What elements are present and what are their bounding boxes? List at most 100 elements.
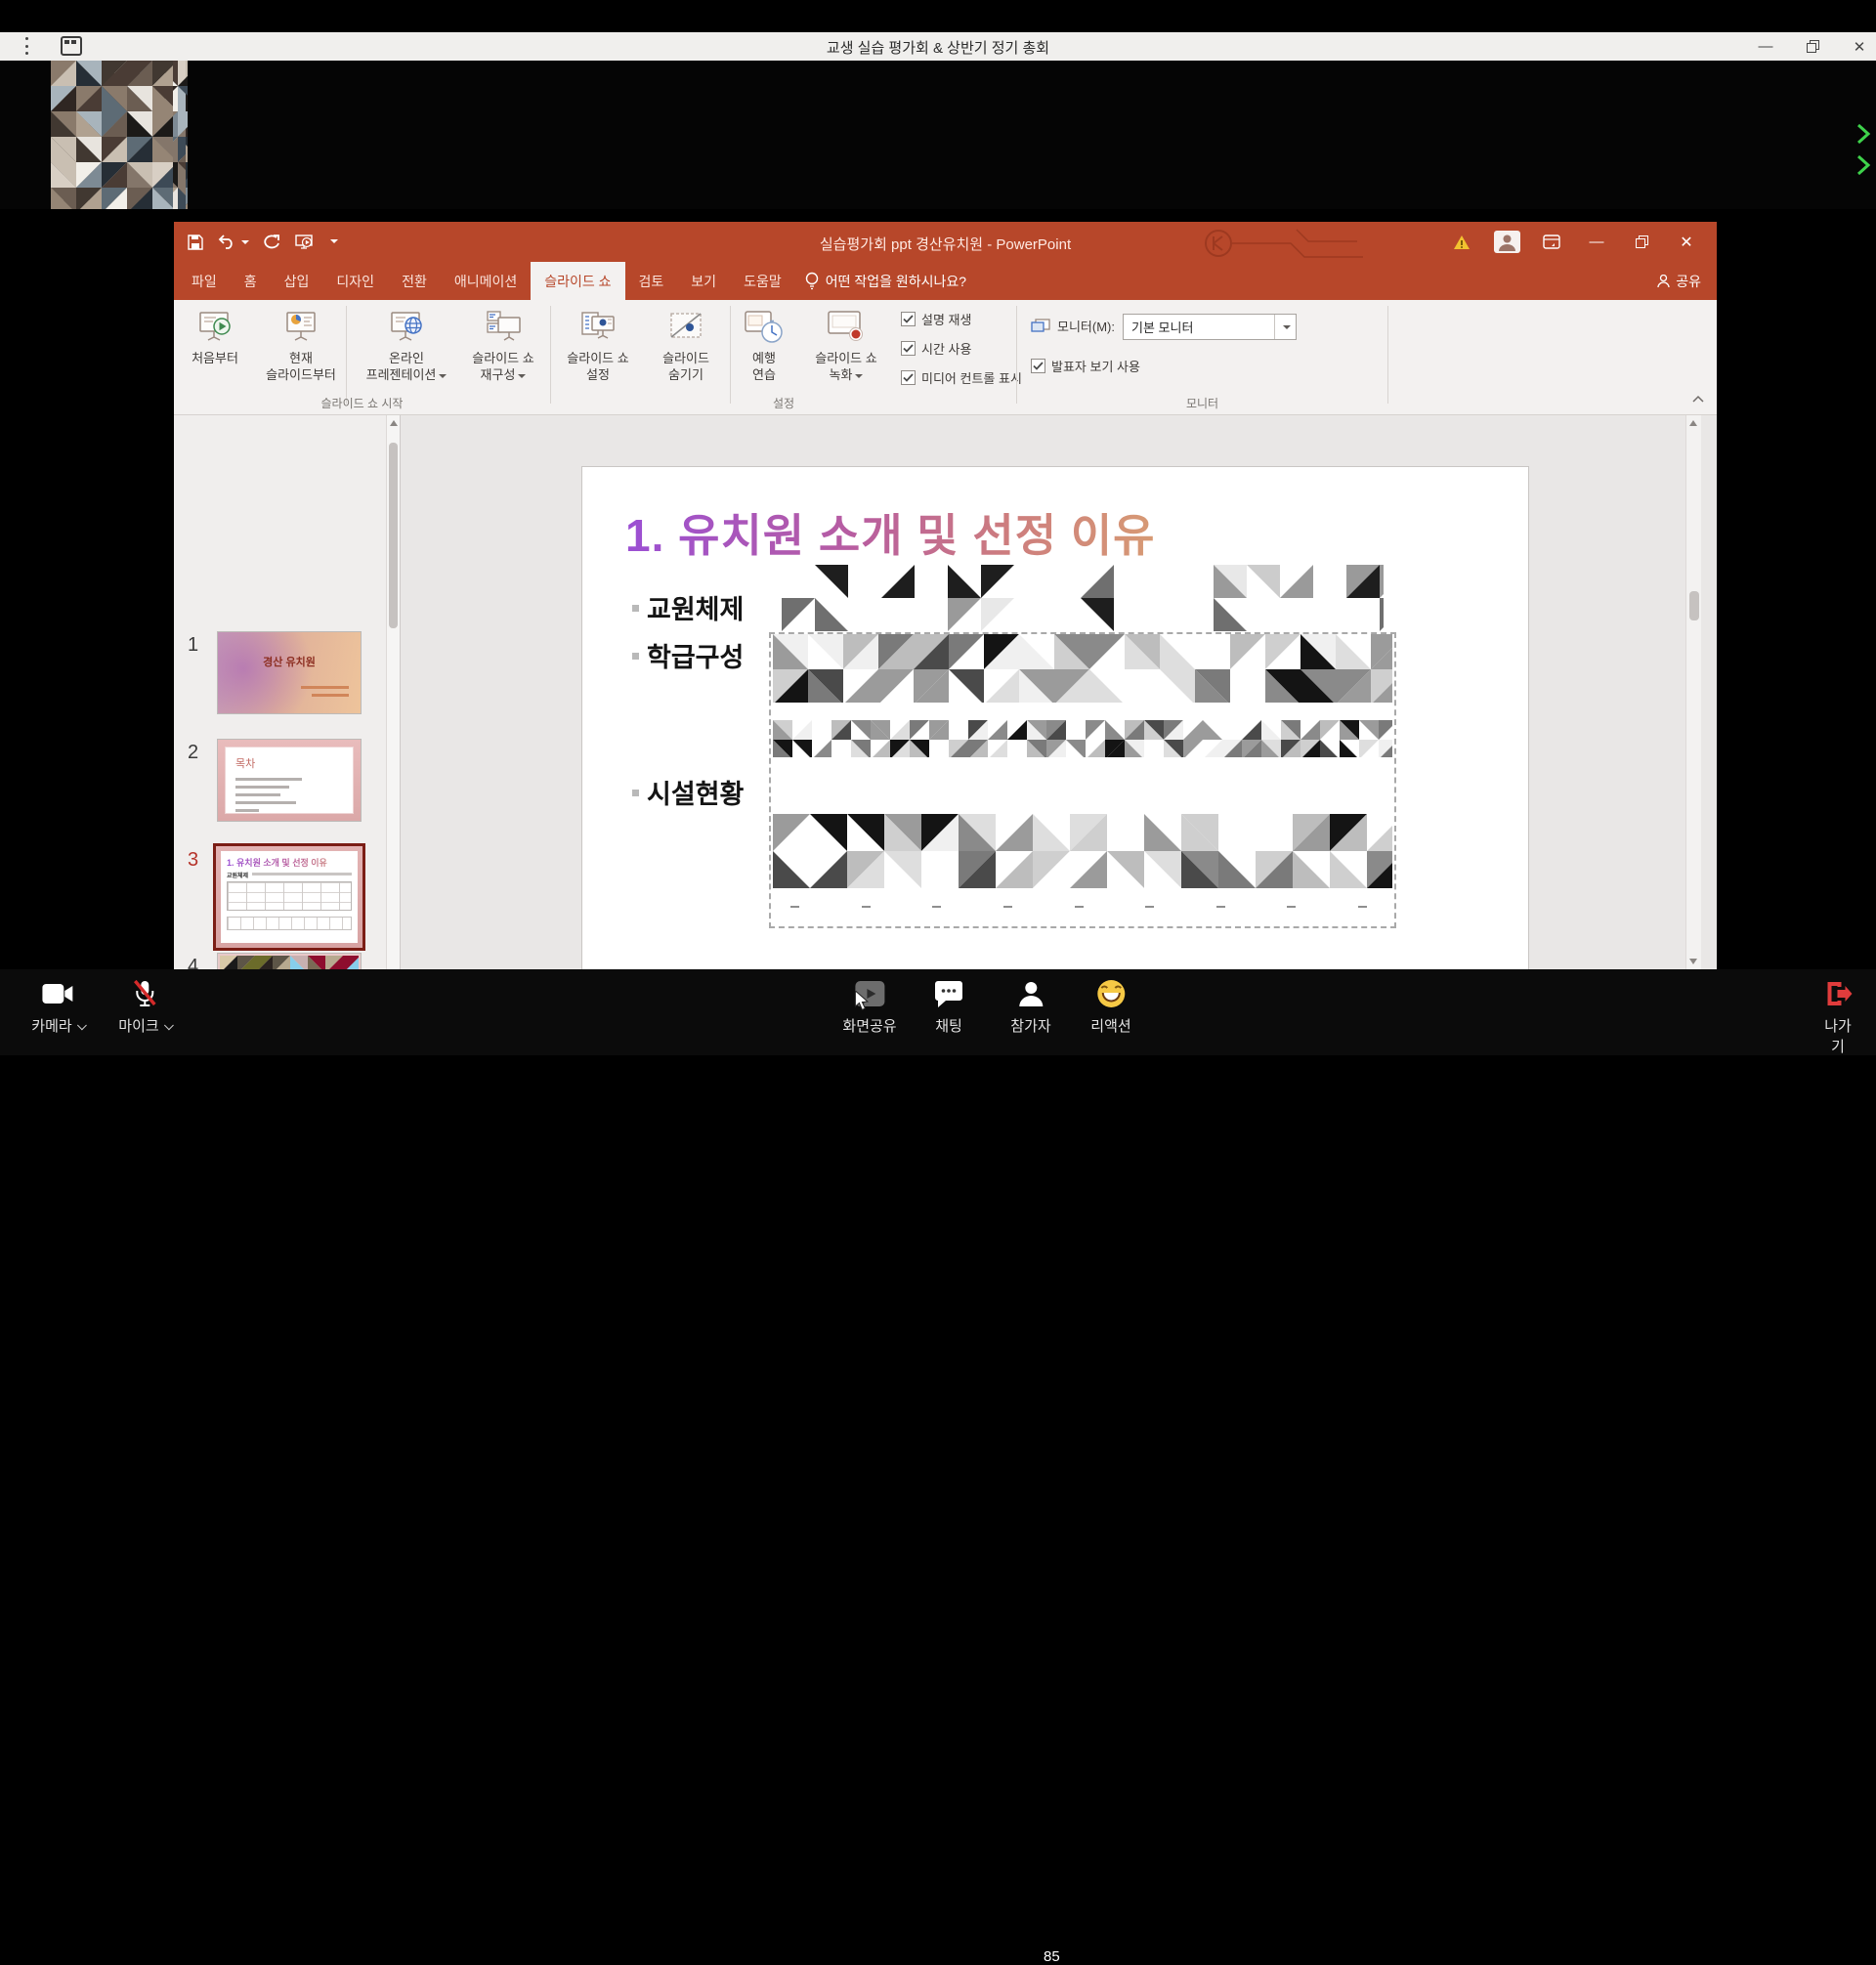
redo-icon[interactable] bbox=[264, 235, 280, 250]
dropdown-caret-icon[interactable] bbox=[1274, 315, 1296, 339]
minimize-button[interactable]: — bbox=[1751, 32, 1780, 61]
participants-icon bbox=[1010, 977, 1050, 1010]
slide-thumbnail-4[interactable] bbox=[217, 953, 362, 969]
lightbulb-icon bbox=[805, 272, 819, 290]
scroll-up-icon[interactable] bbox=[387, 415, 401, 431]
scroll-up-icon[interactable] bbox=[1686, 415, 1700, 431]
tab-home[interactable]: 홈 bbox=[231, 262, 271, 300]
more-menu-icon[interactable] bbox=[25, 37, 29, 55]
view-layout-icon[interactable] bbox=[61, 36, 82, 56]
rehearse-timings-button[interactable]: 예행연습 bbox=[737, 304, 791, 383]
hide-slide-button[interactable]: 슬라이드숨기기 bbox=[647, 304, 725, 383]
checkbox-use-presenter-view[interactable]: 발표자 보기 사용 bbox=[1031, 357, 1140, 375]
camera-icon bbox=[31, 977, 83, 1010]
monitor-dropdown[interactable]: 기본 모니터 bbox=[1123, 314, 1297, 340]
reaction-emoji-icon bbox=[1090, 977, 1130, 1010]
chat-button[interactable]: 채팅 bbox=[934, 977, 963, 1036]
participants-button[interactable]: 참가자 bbox=[1010, 977, 1050, 1036]
ribbon-display-options-icon[interactable] bbox=[1529, 222, 1574, 262]
thumb3-table-2 bbox=[227, 917, 352, 930]
slide-bullet-1: 교원체제 bbox=[647, 588, 744, 626]
slide-editor-area: 1. 유치원 소개 및 선정 이유 교원체제 학급구성 시설현황 bbox=[401, 415, 1701, 969]
panel-scrollbar-thumb[interactable] bbox=[389, 443, 398, 628]
leave-button[interactable]: 나가기 bbox=[1819, 977, 1857, 1056]
editor-scrollbar-thumb[interactable] bbox=[1689, 591, 1699, 620]
meeting-window-titlebar: 교생 실습 평가회 & 상반기 정기 총회 — ✕ bbox=[0, 0, 1876, 61]
account-avatar[interactable] bbox=[1484, 222, 1529, 262]
slide-canvas[interactable]: 1. 유치원 소개 및 선정 이유 교원체제 학급구성 시설현황 bbox=[582, 467, 1528, 969]
mic-button-muted[interactable]: 마이크 bbox=[118, 977, 170, 1036]
ppt-minimize-button[interactable]: — bbox=[1574, 222, 1619, 262]
record-slideshow-button[interactable]: 슬라이드 쇼녹화 bbox=[797, 304, 895, 383]
close-button[interactable]: ✕ bbox=[1845, 32, 1874, 61]
group-label-monitors: 모니터 bbox=[1017, 395, 1387, 411]
group-label-start: 슬라이드 쇼 시작 bbox=[174, 395, 550, 411]
tab-help[interactable]: 도움말 bbox=[730, 262, 795, 300]
warning-icon[interactable] bbox=[1439, 222, 1484, 262]
next-page-arrow-icon-2[interactable] bbox=[1855, 154, 1871, 176]
slide-number-3: 3 bbox=[188, 849, 198, 872]
checkbox-play-narrations[interactable]: 설명 재생 bbox=[901, 310, 1022, 328]
checkbox-icon bbox=[1031, 359, 1045, 373]
restore-button[interactable] bbox=[1798, 32, 1827, 61]
tab-design[interactable]: 디자인 bbox=[322, 262, 388, 300]
ppt-close-button[interactable]: ✕ bbox=[1664, 222, 1709, 262]
powerpoint-window: 실습평가회 ppt 경산유치원 - PowerPoint — ✕ 파일 홈 삽입… bbox=[174, 222, 1717, 969]
thumb3-title: 1. 유치원 소개 및 선정 이유 bbox=[227, 856, 352, 869]
ppt-restore-button[interactable] bbox=[1619, 222, 1664, 262]
censored-thumbnail-4 bbox=[220, 956, 359, 969]
meeting-titlebar-surface: 교생 실습 평가회 & 상반기 정기 총회 — ✕ bbox=[0, 32, 1876, 61]
titlebar-decoration bbox=[1189, 222, 1443, 262]
camera-button[interactable]: 카메라 bbox=[31, 977, 83, 1036]
next-page-arrow-icon[interactable] bbox=[1855, 123, 1871, 145]
slide-number-2: 2 bbox=[188, 742, 198, 764]
share-button[interactable]: 공유 bbox=[1657, 262, 1701, 300]
tab-file[interactable]: 파일 bbox=[178, 262, 231, 300]
slide-title: 1. 유치원 소개 및 선정 이유 bbox=[625, 500, 1155, 565]
editor-scrollbar[interactable] bbox=[1685, 415, 1701, 969]
setup-slideshow-button[interactable]: 슬라이드 쇼설정 bbox=[553, 304, 643, 383]
slide-thumbnail-1[interactable]: 경산 유치원 bbox=[217, 631, 362, 714]
tab-slideshow[interactable]: 슬라이드 쇼 bbox=[531, 262, 624, 300]
from-beginning-button[interactable]: 처음부터 bbox=[180, 304, 250, 366]
scroll-down-icon[interactable] bbox=[1686, 954, 1700, 969]
save-icon[interactable] bbox=[188, 235, 203, 250]
tab-animations[interactable]: 애니메이션 bbox=[441, 262, 531, 300]
qat-customize-icon[interactable] bbox=[327, 234, 338, 251]
tab-insert[interactable]: 삽입 bbox=[271, 262, 323, 300]
custom-slideshow-button[interactable]: 슬라이드 쇼재구성 bbox=[459, 304, 547, 383]
ppt-document-area: 1 경산 유치원 2 목차 3 bbox=[174, 415, 1717, 969]
quick-access-toolbar bbox=[188, 222, 338, 262]
thumb3-table bbox=[227, 881, 352, 911]
panel-scrollbar[interactable] bbox=[386, 415, 400, 969]
checkbox-show-media-controls[interactable]: 미디어 컨트롤 표시 bbox=[901, 368, 1022, 387]
reactions-button[interactable]: 리액션 bbox=[1090, 977, 1130, 1036]
mic-muted-icon bbox=[118, 977, 170, 1010]
censored-region-top bbox=[748, 565, 1384, 631]
group-setup: 슬라이드 쇼설정 슬라이드숨기기 예 bbox=[551, 300, 1016, 414]
undo-icon[interactable] bbox=[218, 235, 249, 249]
person-icon bbox=[1657, 275, 1670, 288]
slide-thumbnail-3-selected[interactable]: 1. 유치원 소개 및 선정 이유 교원체제 bbox=[213, 843, 365, 951]
collapse-ribbon-icon[interactable] bbox=[1687, 391, 1709, 406]
screen-share-button[interactable]: 화면공유 bbox=[842, 977, 896, 1036]
checkbox-icon bbox=[901, 341, 916, 356]
checkbox-icon bbox=[901, 370, 916, 385]
tab-view[interactable]: 보기 bbox=[677, 262, 730, 300]
tell-me-box[interactable]: 어떤 작업을 원하시나요? bbox=[795, 262, 976, 300]
slide-thumbnail-2[interactable]: 목차 bbox=[217, 739, 362, 822]
participants-count: 85 bbox=[1044, 1948, 1060, 1965]
tab-review[interactable]: 검토 bbox=[625, 262, 678, 300]
censored-band-3 bbox=[773, 814, 1392, 888]
thumb2-title: 목차 bbox=[235, 755, 343, 771]
participant-video[interactable] bbox=[51, 61, 173, 209]
checkbox-icon bbox=[901, 312, 916, 326]
from-current-slide-button[interactable]: 현재슬라이드부터 bbox=[254, 304, 348, 383]
slideshow-qat-icon[interactable] bbox=[295, 235, 313, 250]
ppt-titlebar: 실습평가회 ppt 경산유치원 - PowerPoint — ✕ bbox=[174, 222, 1717, 262]
tab-transitions[interactable]: 전환 bbox=[388, 262, 441, 300]
checkbox-use-timings[interactable]: 시간 사용 bbox=[901, 339, 1022, 358]
present-online-button[interactable]: 온라인프레젠테이션 bbox=[356, 304, 457, 383]
censored-text-remnants bbox=[790, 906, 1367, 908]
group-start-slideshow: 처음부터 현재슬라이드부터 bbox=[174, 300, 550, 414]
